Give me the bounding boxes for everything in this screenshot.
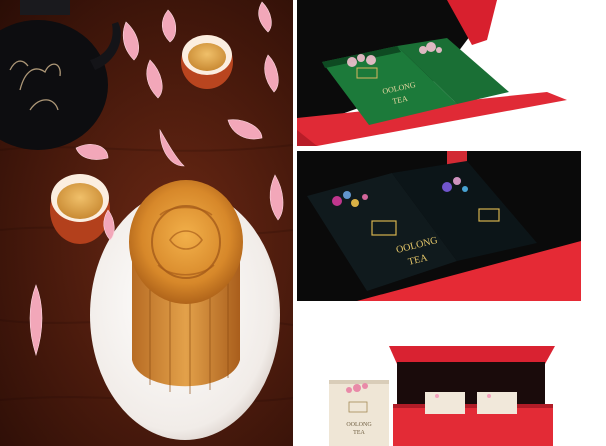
cream-tin-label-line2: TEA	[353, 430, 365, 436]
box-tin-left	[425, 392, 465, 414]
gift-box-base	[393, 404, 553, 446]
teapot	[0, 0, 121, 150]
green-tea-box-photo: OOLONG TEA	[297, 0, 581, 146]
gift-box-lid	[389, 346, 555, 364]
tea-cup-left	[50, 174, 110, 244]
mooncake	[129, 180, 243, 394]
red-gift-box-photo: OOLONG TEA	[297, 306, 606, 446]
red-gift-box-scene: OOLONG TEA	[329, 346, 555, 446]
mooncake-tea-photo	[0, 0, 293, 446]
box-tin-right	[477, 392, 517, 414]
cream-tin-label-line1: OOLONG	[346, 422, 372, 428]
dark-tea-box-photo: OOLONG TEA	[297, 151, 581, 301]
dark-tea-box-scene: OOLONG TEA	[297, 151, 581, 301]
tea-cup-top	[181, 35, 233, 89]
green-tea-box-scene: OOLONG TEA	[297, 0, 567, 146]
mooncake-scene	[0, 0, 293, 440]
